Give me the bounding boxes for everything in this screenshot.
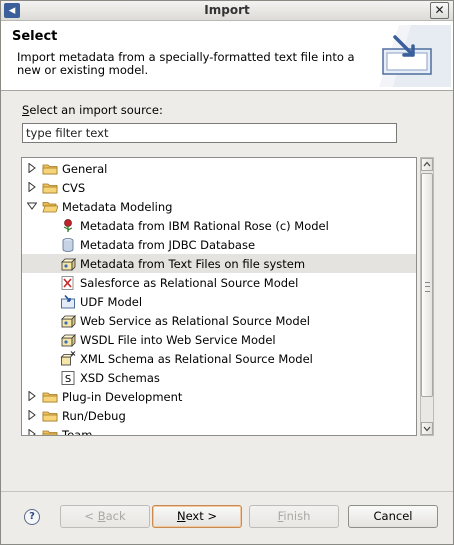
scroll-up-button[interactable]	[421, 158, 433, 171]
tree-item-label: Web Service as Relational Source Model	[80, 314, 310, 328]
tree-item[interactable]: Team	[22, 425, 416, 436]
wizard-header: Select Import metadata from a specially-…	[1, 21, 453, 91]
tree-item[interactable]: Plug-in Development	[22, 387, 416, 406]
back-button[interactable]: < Back	[60, 505, 150, 528]
page-title: Select	[12, 29, 58, 44]
filter-input[interactable]	[22, 123, 397, 143]
tree-item[interactable]: WSDL File into Web Service Model	[22, 330, 416, 349]
triangle-down-icon[interactable]	[27, 201, 37, 211]
import-dialog: ◂ Import ✕ Select Import metadata from a…	[0, 0, 454, 545]
tree-item[interactable]: Salesforce as Relational Source Model	[22, 273, 416, 292]
tree-item-label: Metadata from Text Files on file system	[80, 257, 306, 271]
triangle-right-icon[interactable]	[27, 410, 37, 420]
folder-open-icon	[42, 202, 58, 213]
window-title: Import	[204, 3, 250, 17]
svg-text:S: S	[65, 374, 71, 385]
close-icon: ✕	[434, 3, 445, 17]
scroll-thumb[interactable]	[421, 173, 433, 397]
tree-item-label: Team	[62, 428, 93, 436]
tree-item-label: Run/Debug	[62, 409, 126, 423]
close-button[interactable]: ✕	[430, 2, 449, 19]
tree-item-label: WSDL File into Web Service Model	[80, 333, 276, 347]
xml-schema-icon	[60, 351, 76, 366]
next-button-label: Next >	[176, 509, 218, 523]
tree-item[interactable]: CVS	[22, 178, 416, 197]
database-icon	[62, 238, 74, 252]
folder-icon	[42, 392, 58, 403]
title-bar[interactable]: ◂ Import ✕	[1, 1, 453, 21]
help-button[interactable]: ?	[24, 509, 40, 525]
salesforce-icon	[61, 276, 74, 290]
back-button-label: < Back	[84, 509, 126, 523]
tree-item[interactable]: S XSD Schemas	[22, 368, 416, 387]
tree-item[interactable]: Metadata from Text Files on file system	[22, 254, 416, 273]
tree-vertical-scrollbar[interactable]	[420, 157, 434, 436]
next-button[interactable]: Next >	[152, 505, 242, 528]
triangle-right-icon[interactable]	[27, 429, 37, 436]
help-icon: ?	[29, 511, 35, 522]
folder-icon	[42, 183, 58, 194]
folder-icon	[42, 430, 58, 435]
scroll-down-button[interactable]	[421, 422, 433, 435]
tree-item-label: UDF Model	[80, 295, 143, 309]
folder-icon	[42, 411, 58, 422]
udf-icon	[61, 294, 75, 309]
tree-item-label: General	[62, 162, 108, 176]
tree-item-label: Metadata from JDBC Database	[80, 238, 256, 252]
finish-button[interactable]: Finish	[249, 505, 339, 528]
page-description: Import metadata from a specially-formatt…	[17, 50, 355, 77]
triangle-right-icon[interactable]	[27, 163, 37, 173]
package-icon	[61, 315, 76, 328]
tree-item-label: XSD Schemas	[80, 371, 160, 385]
cancel-button-label: Cancel	[373, 509, 413, 523]
tree-item[interactable]: UDF Model	[22, 292, 416, 311]
tree-item[interactable]: General	[22, 159, 416, 178]
tree-item[interactable]: XML Schema as Relational Source Model	[22, 349, 416, 368]
tree-item-label: Plug-in Development	[62, 390, 183, 404]
finish-button-label: Finish	[277, 509, 311, 523]
tree-item[interactable]: Web Service as Relational Source Model	[22, 311, 416, 330]
tree-item[interactable]: Metadata from JDBC Database	[22, 235, 416, 254]
tree-item[interactable]: Metadata Modeling	[22, 197, 416, 216]
cancel-button[interactable]: Cancel	[348, 505, 438, 528]
package-icon	[61, 258, 76, 271]
triangle-right-icon[interactable]	[27, 391, 37, 401]
grip-icon	[425, 282, 430, 292]
tree-item-label: Metadata from IBM Rational Rose (c) Mode…	[80, 219, 329, 233]
tree-item[interactable]: Metadata from IBM Rational Rose (c) Mode…	[22, 216, 416, 235]
xsd-icon: S	[61, 371, 75, 385]
rose-icon	[63, 219, 73, 232]
folder-icon	[42, 164, 58, 175]
package-icon	[61, 334, 76, 347]
tree-item-label: Salesforce as Relational Source Model	[80, 276, 299, 290]
chevron-up-icon	[423, 161, 431, 167]
import-wizard-banner-icon	[379, 25, 451, 87]
chevron-down-icon	[423, 426, 431, 432]
tree-item-label: Metadata Modeling	[62, 200, 173, 214]
triangle-right-icon[interactable]	[27, 182, 37, 192]
tree-item[interactable]: Run/Debug	[22, 406, 416, 425]
import-source-tree[interactable]: General CVS Metadata Modeling Metadata from…	[21, 157, 417, 436]
import-source-label: Select an import source:	[22, 103, 163, 117]
button-bar-separator	[1, 491, 453, 492]
tree-item-label: XML Schema as Relational Source Model	[80, 352, 313, 366]
tree-item-label: CVS	[62, 181, 86, 195]
